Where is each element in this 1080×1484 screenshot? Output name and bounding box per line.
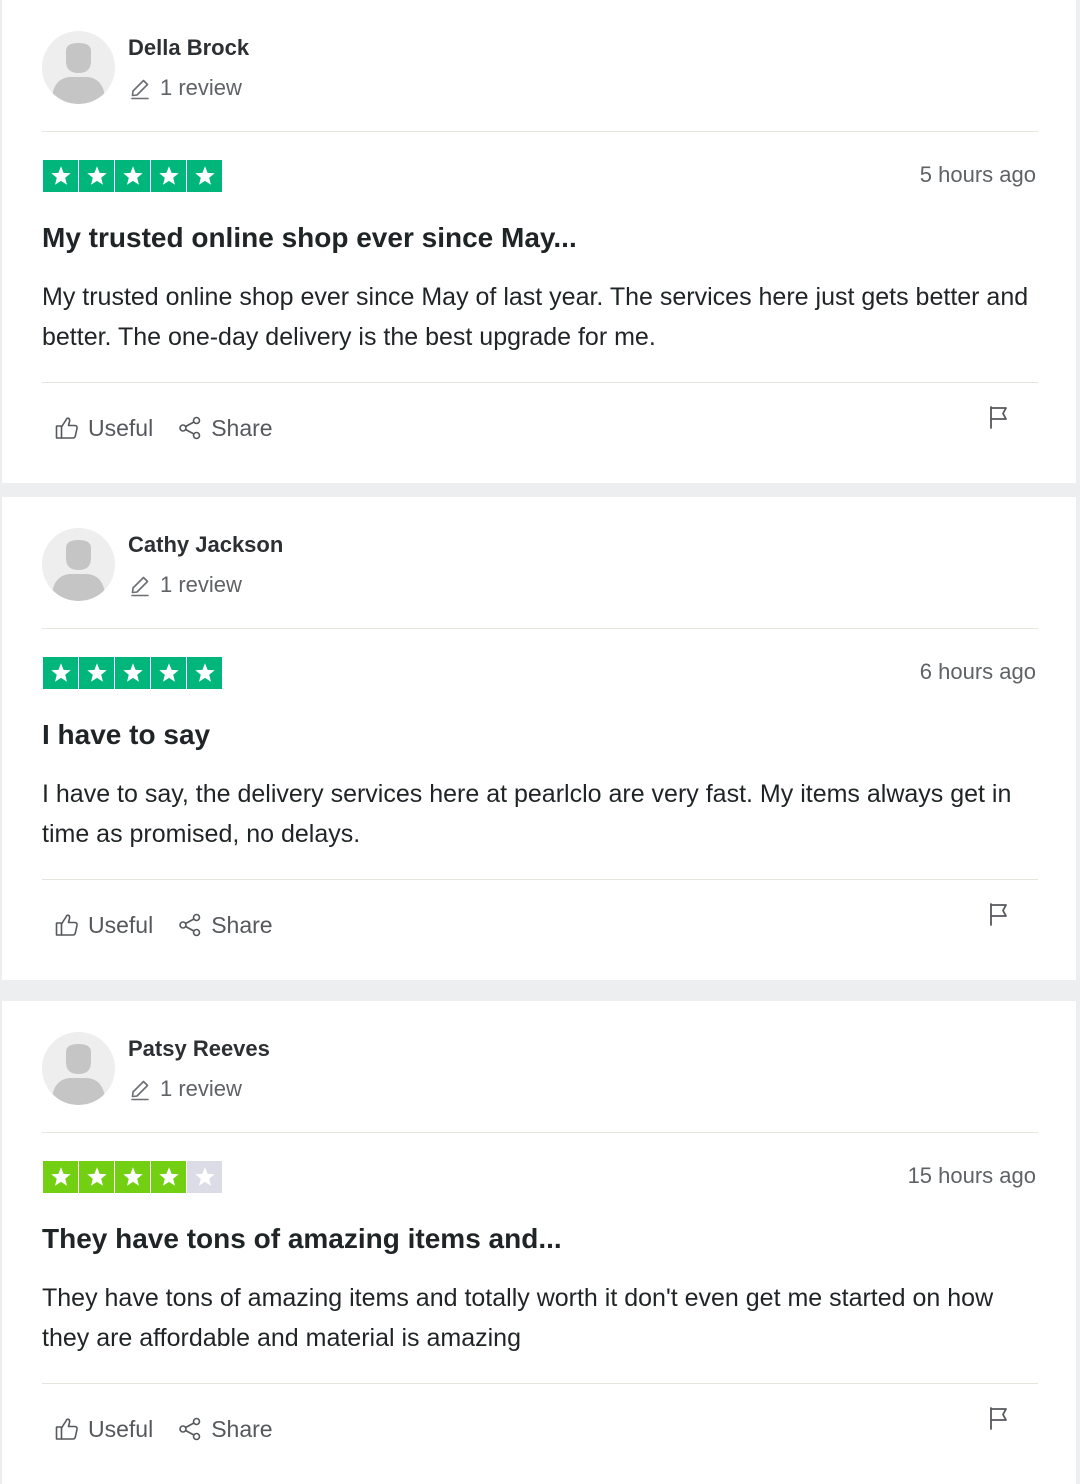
flag-icon [990,406,1007,429]
report-button[interactable] [984,899,1014,929]
share-icon [179,416,201,440]
thumbs-up-icon [55,914,78,936]
review-actions: Useful Share [54,1409,297,1449]
divider [42,131,1038,132]
star-icon [151,160,186,192]
share-label: Share [211,911,273,938]
review-card: Cathy Jackson 1 review 6 hours ago I hav… [2,497,1076,980]
thumbs-up-icon [55,417,78,439]
divider [42,628,1038,629]
star-icon [43,1161,78,1193]
review-date: 6 hours ago [919,659,1036,684]
review-body: My trusted online shop ever since May of… [42,283,1029,351]
useful-button[interactable]: Useful [54,1416,153,1443]
flag-icon [990,903,1007,926]
review-card: Patsy Reeves 1 review 15 hours ago They … [2,1001,1076,1484]
star-icon [151,1161,186,1193]
review-date: 5 hours ago [919,162,1036,187]
reviewer-name[interactable]: Cathy Jackson [128,532,283,558]
share-button[interactable]: Share [177,1415,273,1443]
divider [42,1132,1038,1133]
review-date: 15 hours ago [907,1163,1036,1188]
share-icon [179,1417,201,1441]
star-icon [79,1161,114,1193]
star-icon [79,160,114,192]
pencil-icon [128,1077,152,1101]
divider [42,879,1038,880]
review-count: 1 review [128,572,242,598]
review-title[interactable]: My trusted online shop ever since May... [42,222,577,254]
share-button[interactable]: Share [177,414,273,442]
user-silhouette-icon[interactable] [42,528,115,601]
useful-label: Useful [88,1415,154,1442]
user-silhouette-icon[interactable] [42,31,115,104]
pencil-icon [128,76,152,100]
report-button[interactable] [984,402,1014,432]
reviews-list: Della Brock 1 review 5 hours ago My trus… [0,0,1080,1484]
star-rating [43,160,222,192]
review-title[interactable]: They have tons of amazing items and... [42,1223,562,1255]
review-actions: Useful Share [54,905,297,945]
star-icon [79,657,114,689]
review-body: I have to say, the delivery services her… [42,780,1012,848]
share-label: Share [211,414,273,441]
star-icon [43,160,78,192]
review-card: Della Brock 1 review 5 hours ago My trus… [2,0,1076,483]
review-count-label: 1 review [160,1076,242,1101]
divider [42,1383,1038,1384]
report-button[interactable] [984,1403,1014,1433]
reviewer-name[interactable]: Della Brock [128,35,249,61]
star-icon [151,657,186,689]
review-count: 1 review [128,75,242,101]
useful-button[interactable]: Useful [54,912,153,939]
star-icon [187,657,222,689]
review-title[interactable]: I have to say [42,719,210,751]
divider [42,382,1038,383]
user-silhouette-icon[interactable] [42,1032,115,1105]
star-icon [187,1161,222,1193]
star-icon [115,160,150,192]
review-count-label: 1 review [160,572,242,597]
star-rating [43,657,222,689]
star-icon [115,657,150,689]
flag-icon [990,1407,1007,1430]
star-icon [43,657,78,689]
star-icon [187,160,222,192]
pencil-icon [128,573,152,597]
reviewer-name[interactable]: Patsy Reeves [128,1036,270,1062]
thumbs-up-icon [55,1418,78,1440]
share-button[interactable]: Share [177,911,273,939]
review-body: They have tons of amazing items and tota… [42,1284,994,1352]
review-count: 1 review [128,1076,242,1102]
star-icon [115,1161,150,1193]
review-actions: Useful Share [54,408,297,448]
share-icon [179,913,201,937]
useful-label: Useful [88,414,154,441]
review-count-label: 1 review [160,75,242,100]
share-label: Share [211,1415,273,1442]
useful-button[interactable]: Useful [54,415,153,442]
star-rating [43,1161,222,1193]
useful-label: Useful [88,911,154,938]
